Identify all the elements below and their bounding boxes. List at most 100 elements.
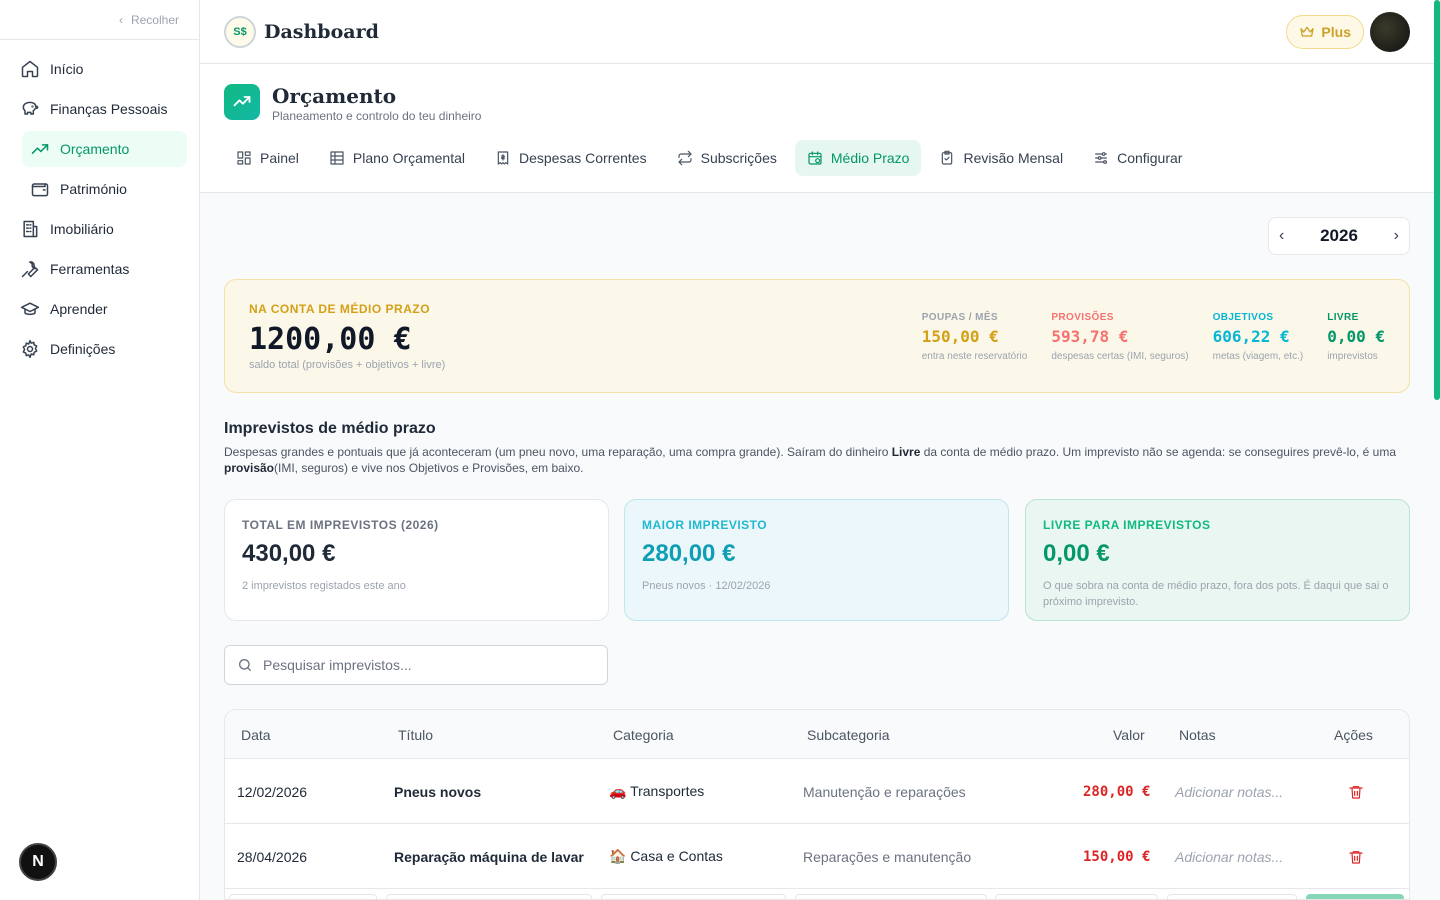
plus-button[interactable]: Plus — [1286, 15, 1364, 49]
wallet-icon — [31, 183, 49, 197]
new-date-input[interactable] — [229, 894, 377, 899]
new-entry-row — [225, 890, 1409, 899]
wrench-icon — [21, 261, 39, 278]
tab-plano-orcamental[interactable]: Plano Orçamental — [317, 140, 477, 176]
tab-bar: Painel Plano Orçamental Despesas Corrent… — [224, 140, 1194, 176]
new-title-input[interactable] — [386, 894, 592, 899]
card-label: MAIOR IMPREVISTO — [642, 518, 768, 532]
tab-revisao-mensal[interactable]: Revisão Mensal — [927, 140, 1075, 176]
tab-configurar[interactable]: Configurar — [1081, 140, 1194, 176]
table-row: 12/02/2026 Pneus novos 🚗 Transportes Man… — [225, 759, 1409, 824]
chevron-right-icon[interactable]: › — [1394, 227, 1399, 245]
desc-bold: provisão — [224, 461, 275, 475]
new-value-input[interactable] — [995, 894, 1158, 899]
page-title: Orçamento — [272, 84, 397, 108]
chevron-left-icon: ‹ — [118, 12, 123, 27]
card-maior-imprevisto: MAIOR IMPREVISTO 280,00 € Pneus novos · … — [624, 499, 1009, 621]
stat-note: despesas certas (IMI, seguros) — [1051, 351, 1189, 362]
avatar[interactable] — [1370, 12, 1410, 52]
sidebar-item-financas-pessoais[interactable]: Finanças Pessoais — [12, 91, 187, 127]
year-selector: ‹ 2026 › — [1268, 217, 1410, 255]
delete-button[interactable] — [1348, 759, 1364, 824]
tab-despesas-correntes[interactable]: Despesas Correntes — [483, 140, 659, 176]
sidebar-item-definicoes[interactable]: Definições — [12, 331, 187, 367]
card-label: LIVRE PARA IMPREVISTOS — [1043, 518, 1211, 532]
column-header-data[interactable]: Data — [241, 710, 271, 759]
column-header-subcategoria[interactable]: Subcategoria — [807, 710, 890, 759]
summary-stats: POUPAS / MÊS 150,00 € entra neste reserv… — [922, 312, 1385, 362]
crown-icon — [1300, 26, 1315, 37]
app-logo[interactable]: S$ — [224, 15, 256, 48]
tab-label: Médio Prazo — [830, 150, 910, 166]
desc-text: (IMI, seguros) e vive nos Objetivos e Pr… — [274, 461, 584, 475]
cell-date[interactable]: 12/02/2026 — [237, 759, 307, 824]
imprevistos-table: Data Título Categoria Subcategoria Valor… — [224, 709, 1410, 900]
card-total-imprevistos: TOTAL EM IMPREVISTOS (2026) 430,00 € 2 i… — [224, 499, 609, 621]
stat-livre: LIVRE 0,00 € imprevistos — [1327, 312, 1385, 362]
notes-input[interactable]: Adicionar notas... — [1175, 759, 1283, 824]
sidebar-item-label: Património — [60, 181, 127, 197]
column-header-valor[interactable]: Valor — [1113, 710, 1145, 759]
page-scrollbar[interactable] — [1434, 0, 1440, 400]
cell-title[interactable]: Reparação máquina de lavar — [394, 824, 584, 889]
clipboard-check-icon — [942, 150, 953, 165]
collapse-label: Recolher — [130, 12, 179, 27]
cell-value[interactable]: 150,00 € — [1083, 824, 1150, 889]
sidebar-item-label: Orçamento — [60, 141, 130, 157]
stat-note: entra neste reservatório — [921, 351, 1028, 362]
cell-subcategory[interactable]: Reparações e manutenção — [803, 824, 971, 889]
stat-label: PROVISÕES — [1051, 312, 1114, 323]
summary-label: NA CONTA DE MÉDIO PRAZO — [249, 302, 431, 316]
app-title: Dashboard — [264, 20, 379, 43]
sidebar-item-aprender[interactable]: Aprender — [12, 291, 187, 327]
sidebar-item-ferramentas[interactable]: Ferramentas — [12, 251, 187, 287]
sidebar-item-orcamento[interactable]: Orçamento — [22, 131, 187, 167]
card-livre-imprevistos: LIVRE PARA IMPREVISTOS 0,00 € O que sobr… — [1025, 499, 1410, 621]
year-value: 2026 — [1320, 226, 1358, 245]
sidebar-item-label: Imobiliário — [50, 221, 114, 237]
card-note: 2 imprevistos registados este ano — [242, 580, 406, 592]
tab-label: Plano Orçamental — [352, 150, 465, 166]
sidebar-item-inicio[interactable]: Início — [12, 51, 187, 87]
tab-label: Configurar — [1117, 150, 1183, 166]
column-header-categoria[interactable]: Categoria — [613, 710, 674, 759]
summary-panel: NA CONTA DE MÉDIO PRAZO 1200,00 € saldo … — [224, 279, 1410, 393]
table-header: Data Título Categoria Subcategoria Valor… — [225, 710, 1409, 759]
sliders-icon — [1095, 152, 1108, 164]
new-category-select[interactable] — [601, 894, 786, 899]
delete-button[interactable] — [1348, 824, 1364, 889]
sidebar-item-patrimonio[interactable]: Património — [22, 171, 187, 207]
stat-label: OBJETIVOS — [1212, 312, 1274, 323]
cell-value[interactable]: 280,00 € — [1083, 759, 1150, 824]
gear-icon — [22, 339, 38, 359]
column-header-acoes: Ações — [1334, 726, 1373, 743]
trending-up-icon — [224, 84, 260, 120]
search-input[interactable] — [263, 657, 593, 673]
tab-painel[interactable]: Painel — [224, 140, 311, 176]
chevron-left-icon[interactable]: ‹ — [1279, 227, 1284, 245]
card-label: TOTAL EM IMPREVISTOS (2026) — [242, 518, 439, 532]
tab-medio-prazo[interactable]: Médio Prazo — [794, 140, 922, 176]
sidebar-item-imobiliario[interactable]: Imobiliário — [12, 211, 187, 247]
section-description: Despesas grandes e pontuais que já acont… — [224, 444, 1410, 476]
nextjs-badge[interactable]: N — [19, 843, 57, 881]
cell-title[interactable]: Pneus novos — [394, 759, 481, 824]
new-notes-input[interactable] — [1167, 894, 1297, 899]
stat-value: 606,22 € — [1212, 327, 1290, 346]
collapse-button[interactable]: ‹ Recolher — [0, 0, 199, 40]
cell-category[interactable]: 🏠 Casa e Contas — [609, 824, 723, 889]
new-subcategory-select[interactable] — [795, 894, 987, 899]
column-header-titulo[interactable]: Título — [398, 710, 433, 759]
add-button[interactable] — [1306, 894, 1404, 899]
home-icon — [21, 60, 39, 78]
cell-category[interactable]: 🚗 Transportes — [609, 759, 704, 824]
cell-subcategory[interactable]: Manutenção e reparações — [803, 759, 966, 824]
card-value: 280,00 € — [642, 540, 736, 567]
page-header: Orçamento Planeamento e controlo do teu … — [200, 64, 1434, 193]
notes-input[interactable]: Adicionar notas... — [1175, 824, 1283, 889]
column-header-notas[interactable]: Notas — [1179, 710, 1216, 759]
piggy-bank-icon — [22, 101, 39, 115]
plus-label: Plus — [1321, 24, 1351, 40]
cell-date[interactable]: 28/04/2026 — [237, 824, 307, 889]
tab-subscricoes[interactable]: Subscrições — [665, 140, 789, 176]
